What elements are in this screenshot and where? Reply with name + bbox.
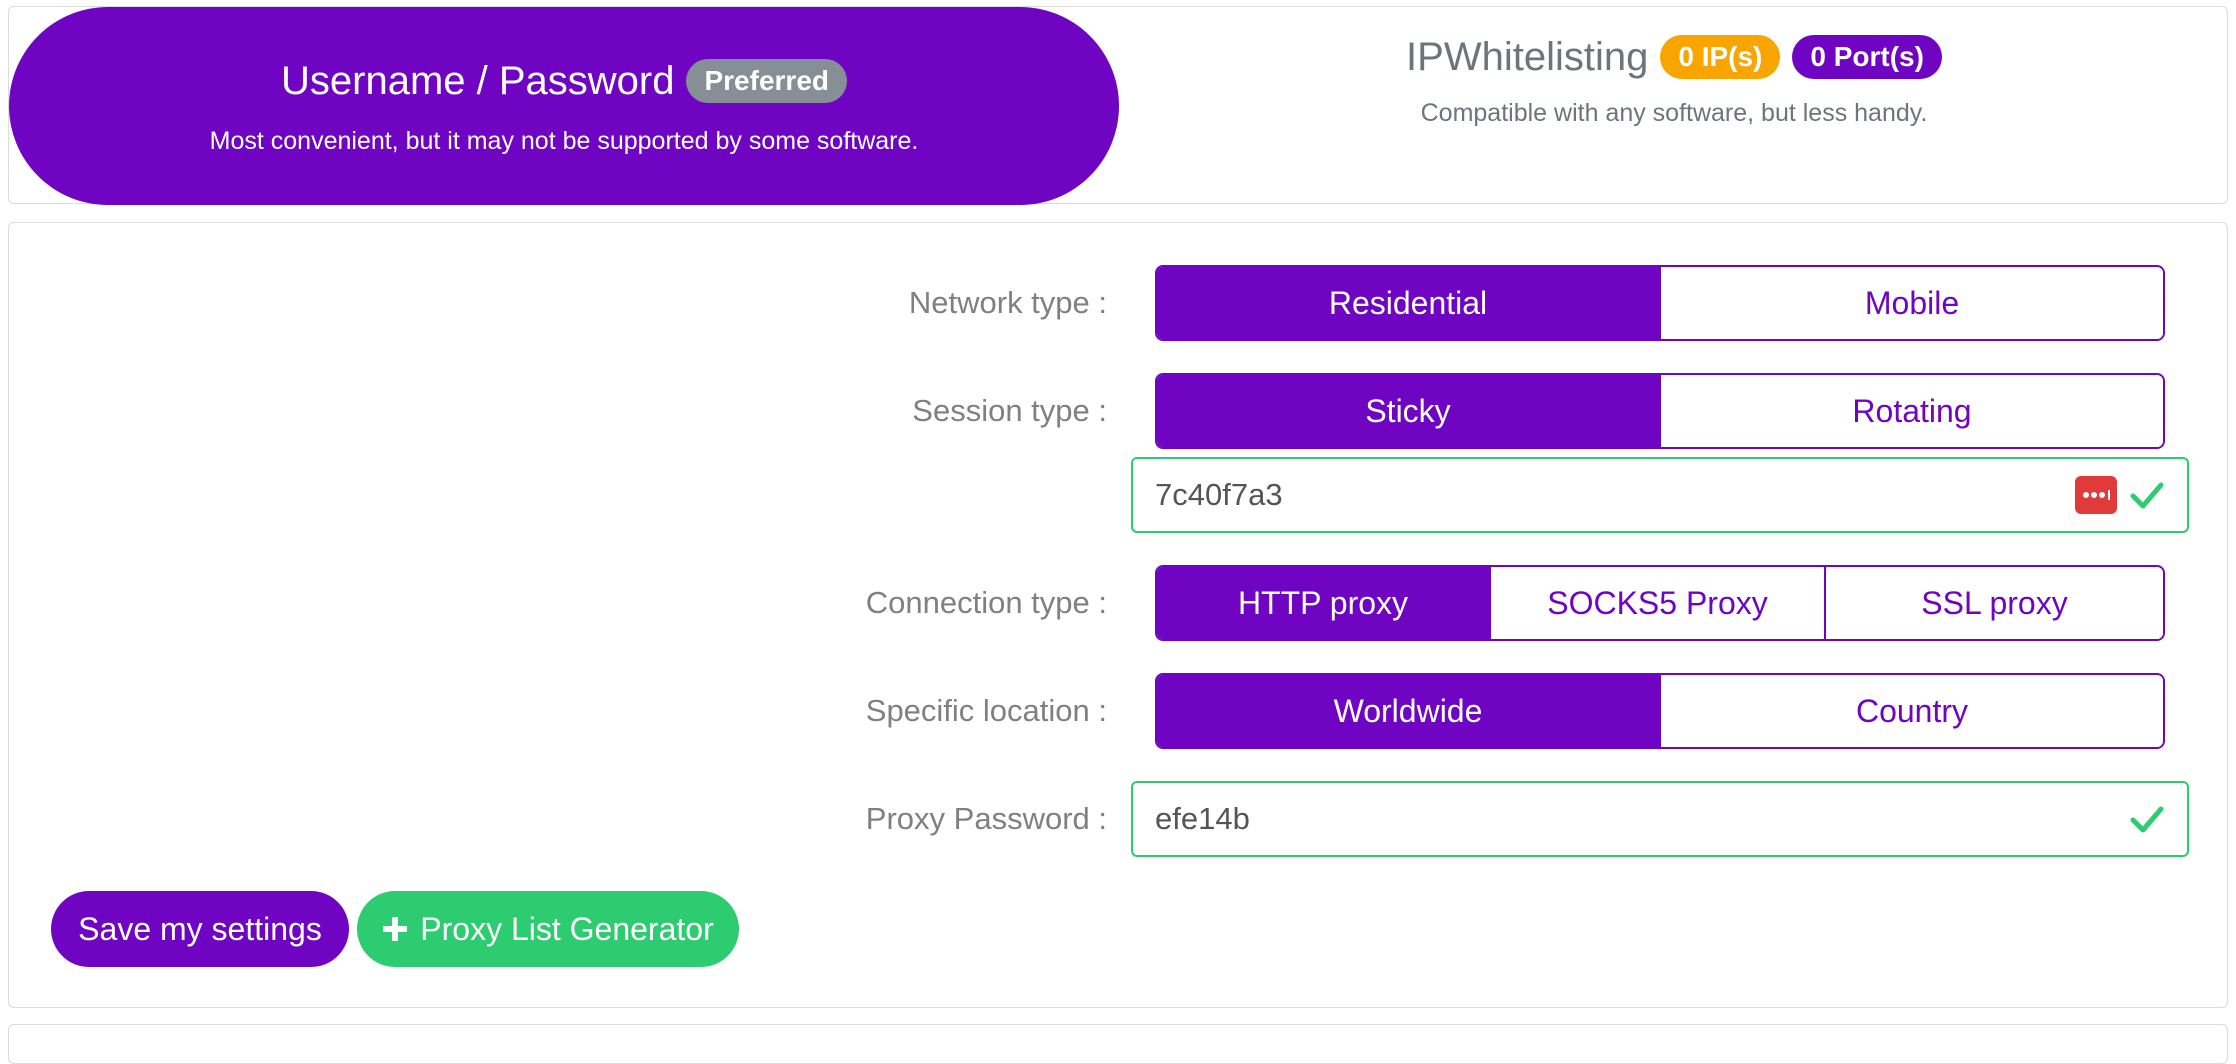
ip-count-badge: 0 IP(s) <box>1660 35 1781 79</box>
plus-icon <box>383 917 408 941</box>
session-id-field <box>1131 457 2189 533</box>
session-type-toggle: Sticky Rotating <box>1155 373 2165 449</box>
auth-method-selector: Username / Password Preferred Most conve… <box>8 6 2229 205</box>
location-country-button[interactable]: Country <box>1661 675 2163 747</box>
connection-type-toggle: HTTP proxy SOCKS5 Proxy SSL proxy <box>1155 565 2165 641</box>
auth-title-row: Username / Password Preferred <box>281 57 847 105</box>
password-manager-icon[interactable] <box>2075 476 2117 514</box>
auth-option-ip-whitelisting[interactable]: IPWhitelisting 0 IP(s) 0 Port(s) Compati… <box>1119 7 2229 205</box>
location-worldwide-button[interactable]: Worldwide <box>1157 675 1661 747</box>
network-type-label: Network type : <box>908 285 1107 320</box>
session-type-label: Session type : <box>912 393 1107 428</box>
auth-description: Most convenient, but it may not be suppo… <box>209 126 919 155</box>
check-icon <box>2130 806 2164 833</box>
proxy-password-field <box>1131 781 2189 857</box>
auth-title: Username / Password <box>281 58 675 103</box>
next-section-card <box>8 1024 2228 1064</box>
auth-option-username-password[interactable]: Username / Password Preferred Most conve… <box>9 7 1119 205</box>
port-count-badge: 0 Port(s) <box>1792 35 1942 79</box>
save-settings-button[interactable]: Save my settings <box>51 891 349 967</box>
session-type-sticky-button[interactable]: Sticky <box>1157 375 1661 447</box>
proxy-list-generator-button[interactable]: Proxy List Generator <box>357 891 739 967</box>
network-type-toggle: Residential Mobile <box>1155 265 2165 341</box>
network-type-residential-button[interactable]: Residential <box>1157 267 1661 339</box>
preferred-badge: Preferred <box>686 58 847 103</box>
check-icon <box>2130 482 2164 509</box>
network-type-mobile-button[interactable]: Mobile <box>1661 267 2163 339</box>
session-id-input[interactable] <box>1155 477 2067 513</box>
connection-type-socks5-button[interactable]: SOCKS5 Proxy <box>1491 567 1826 639</box>
specific-location-toggle: Worldwide Country <box>1155 673 2165 749</box>
connection-type-label: Connection type : <box>865 585 1107 620</box>
specific-location-label: Specific location : <box>865 693 1107 728</box>
connection-type-http-button[interactable]: HTTP proxy <box>1157 567 1491 639</box>
proxy-settings-card: Network type : Residential Mobile Sessio… <box>8 222 2228 1008</box>
session-type-rotating-button[interactable]: Rotating <box>1661 375 2163 447</box>
auth-title-row: IPWhitelisting 0 IP(s) 0 Port(s) <box>1406 33 1942 81</box>
connection-type-ssl-button[interactable]: SSL proxy <box>1826 567 2163 639</box>
auth-description: Compatible with any software, but less h… <box>1420 99 1928 127</box>
auth-title: IPWhitelisting <box>1406 35 1649 79</box>
proxy-list-generator-label: Proxy List Generator <box>420 910 714 947</box>
proxy-password-input[interactable] <box>1155 801 2117 837</box>
proxy-password-label: Proxy Password : <box>865 801 1107 836</box>
